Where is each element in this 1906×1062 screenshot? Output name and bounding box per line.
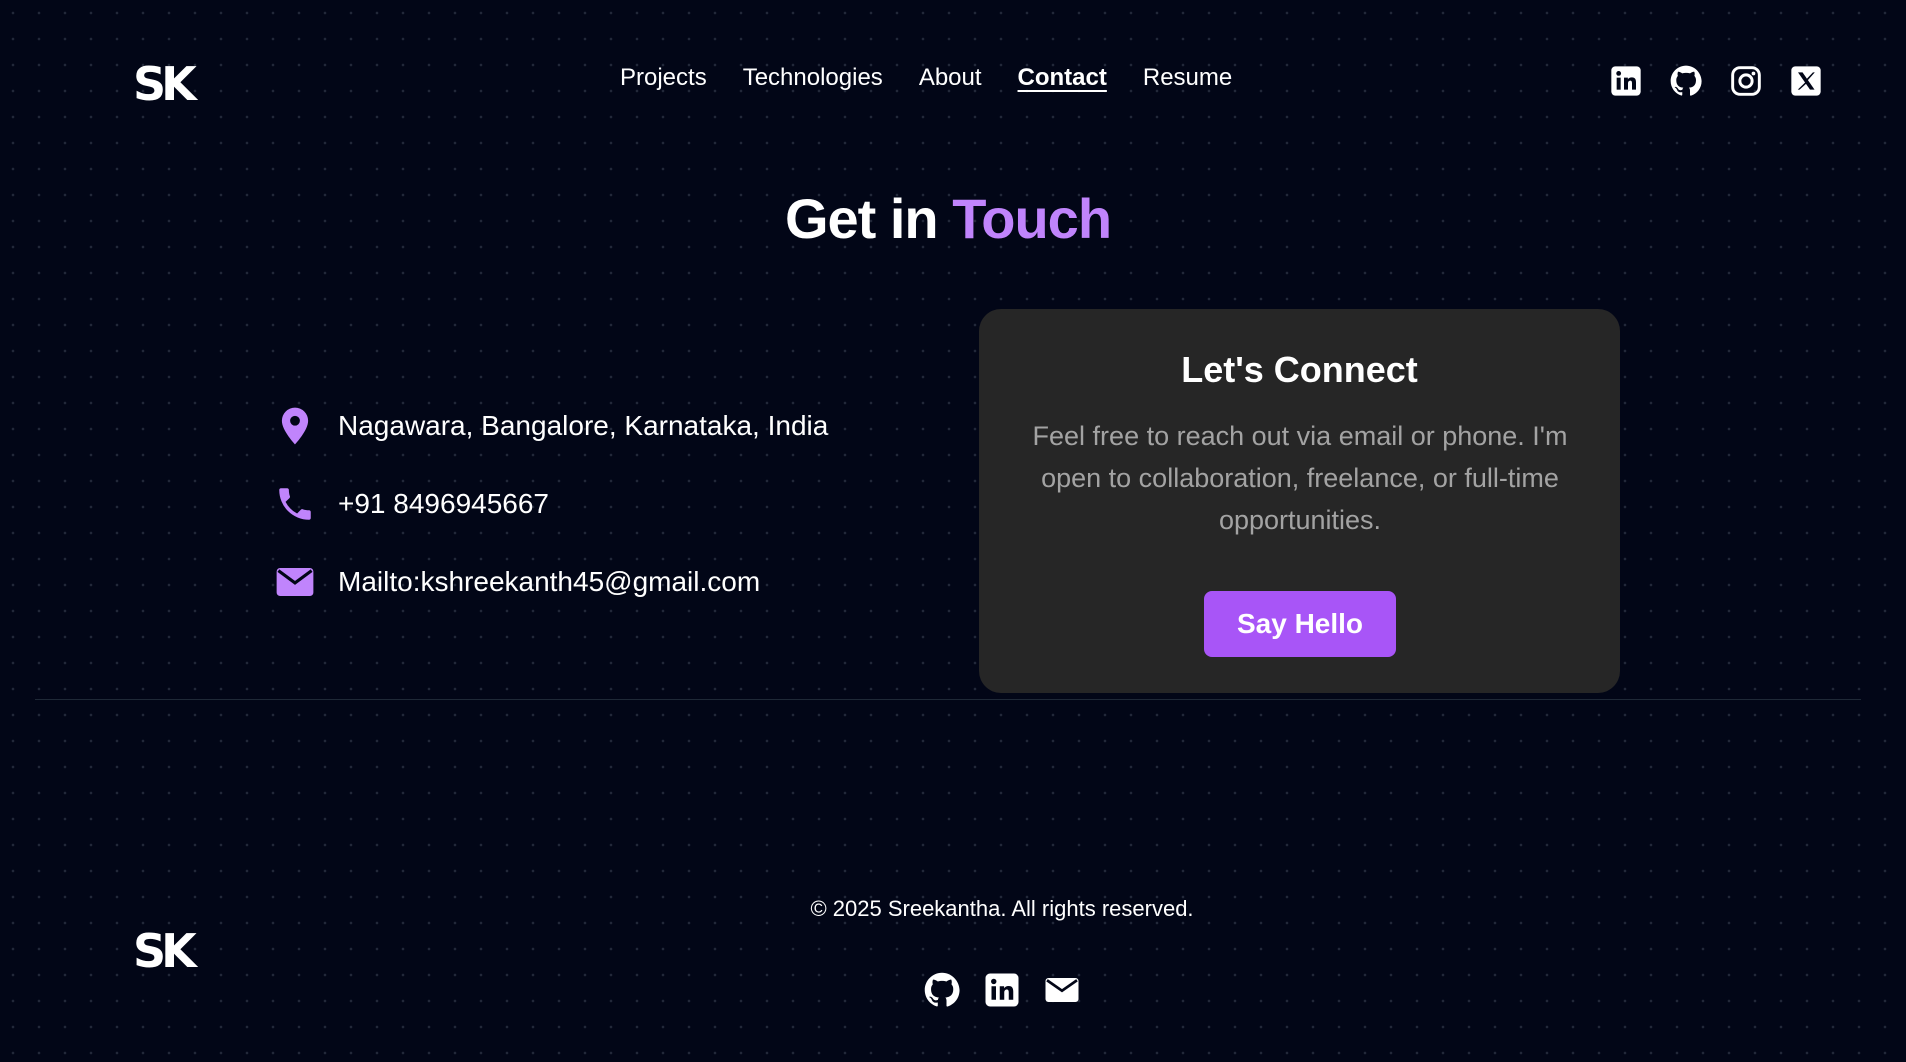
- email-row: Mailto:kshreekanth45@gmail.com: [274, 561, 760, 603]
- mail-icon[interactable]: [1044, 972, 1080, 1008]
- header-logo[interactable]: SK: [133, 60, 205, 108]
- footer-socials: [924, 972, 1080, 1008]
- heading-main: Get in: [784, 187, 939, 250]
- phone-icon: [274, 483, 316, 525]
- main-nav: Projects Technologies About Contact Resu…: [620, 64, 1232, 92]
- nav-technologies[interactable]: Technologies: [743, 64, 883, 92]
- email-text[interactable]: Mailto:kshreekanth45@gmail.com: [338, 566, 760, 598]
- location-row: Nagawara, Bangalore, Karnataka, India: [274, 405, 828, 447]
- nav-projects[interactable]: Projects: [620, 64, 707, 92]
- github-icon[interactable]: [1670, 65, 1702, 97]
- card-text: Feel free to reach out via email or phon…: [1032, 421, 1568, 535]
- copyright-text: © 2025 Sreekantha. All rights reserved.: [810, 896, 1194, 921]
- connect-card: Let's Connect Feel free to reach out via…: [979, 309, 1620, 693]
- card-title: Let's Connect: [1181, 349, 1418, 390]
- footer-logo[interactable]: SK: [133, 927, 205, 975]
- nav-resume[interactable]: Resume: [1143, 64, 1232, 92]
- location-pin-icon: [274, 405, 316, 447]
- location-text: Nagawara, Bangalore, Karnataka, India: [338, 410, 829, 441]
- heading-accent: Touch: [952, 187, 1112, 250]
- nav-contact[interactable]: Contact: [1018, 64, 1107, 92]
- nav-about[interactable]: About: [919, 64, 982, 92]
- x-icon[interactable]: [1790, 65, 1822, 97]
- linkedin-icon[interactable]: [1610, 65, 1642, 97]
- header-socials: [1610, 65, 1822, 97]
- phone-text[interactable]: +91 8496945667: [338, 488, 549, 520]
- phone-row: +91 8496945667: [274, 483, 549, 525]
- contact-heading: Get in Touch: [0, 186, 1896, 251]
- github-icon[interactable]: [924, 972, 960, 1008]
- mail-icon: [274, 561, 316, 603]
- say-hello-button[interactable]: Say Hello: [1204, 591, 1396, 657]
- instagram-icon[interactable]: [1730, 65, 1762, 97]
- footer-divider: [35, 699, 1861, 700]
- linkedin-icon[interactable]: [984, 972, 1020, 1008]
